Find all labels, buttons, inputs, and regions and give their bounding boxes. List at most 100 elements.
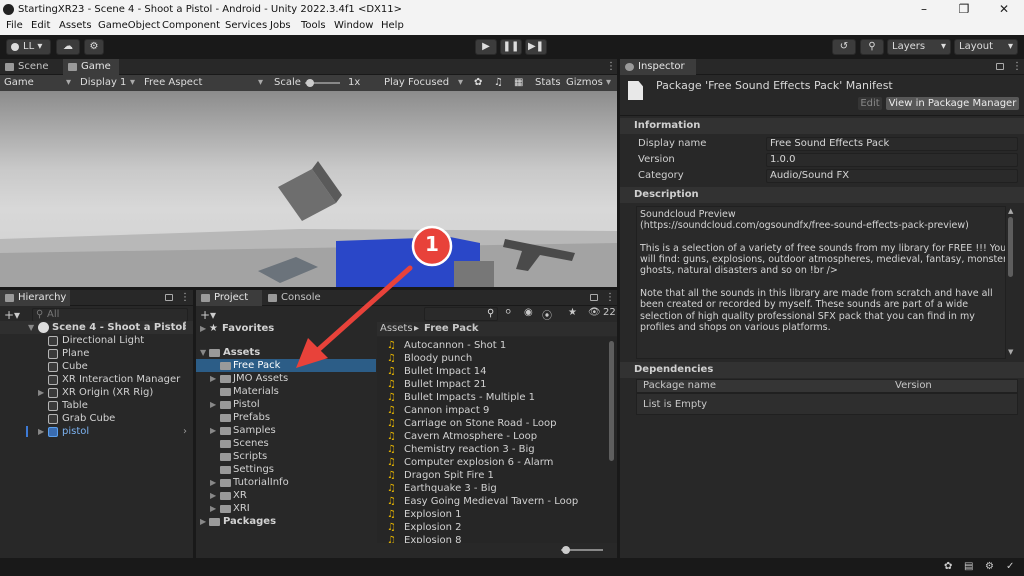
hidden-packages-icon[interactable]: 👁 <box>588 307 601 318</box>
menu-services[interactable]: Services <box>225 20 267 31</box>
menu-gameobject[interactable]: GameObject <box>98 20 160 31</box>
play-focus-dropdown[interactable]: Play Focused <box>384 77 449 88</box>
hierarchy-search-input[interactable]: ⚲ All <box>32 308 188 322</box>
maximize-icon[interactable]: ❐ <box>944 0 984 19</box>
game-mode-dropdown[interactable]: Game <box>4 77 34 88</box>
cloud-button[interactable]: ☁ <box>56 39 80 55</box>
display-name-field[interactable]: Free Sound Effects Pack <box>766 137 1018 151</box>
menu-file[interactable]: File <box>6 20 23 31</box>
folder-row[interactable]: Materials <box>196 385 376 398</box>
list-item[interactable]: ♫ Explosion 2 <box>377 521 605 534</box>
bug-icon[interactable]: ✿ <box>944 561 952 572</box>
hierarchy-item[interactable]: Grab Cube <box>0 412 193 425</box>
tab-game[interactable]: Game <box>63 59 119 75</box>
folder-row[interactable]: Settings <box>196 463 376 476</box>
description-textarea[interactable]: Soundcloud Preview (https://soundcloud.c… <box>636 206 1006 359</box>
add-object-button[interactable]: +▾ <box>4 308 20 322</box>
pause-button[interactable]: ❚❚ <box>500 39 522 55</box>
hierarchy-item[interactable]: XR Interaction Manager <box>0 373 193 386</box>
folder-row[interactable]: Scenes <box>196 437 376 450</box>
edit-button[interactable]: Edit <box>858 97 882 110</box>
search-by-label-icon[interactable]: ◉ <box>524 307 533 318</box>
project-menu-icon[interactable]: ⋮ <box>605 292 615 304</box>
packages-row[interactable]: ▶ Packages <box>196 515 376 528</box>
search-by-type-icon[interactable]: ⚪ <box>504 307 512 318</box>
list-item[interactable]: ♫ Carriage on Stone Road - Loop <box>377 417 605 430</box>
keyboard-icon[interactable]: ▦ <box>514 77 523 88</box>
hierarchy-item[interactable]: Directional Light <box>0 334 193 347</box>
list-item[interactable]: ♫ Dragon Spit Fire 1 <box>377 469 605 482</box>
tab-project[interactable]: Project <box>196 290 262 306</box>
scene-menu-icon[interactable]: ⋮ <box>606 61 616 73</box>
game-viewport[interactable] <box>0 91 617 287</box>
menu-help[interactable]: Help <box>381 20 404 31</box>
folder-row[interactable]: ▶ Samples <box>196 424 376 437</box>
tab-scene[interactable]: Scene <box>0 59 62 75</box>
assets-root-row[interactable]: ▼ Assets <box>196 346 376 359</box>
hierarchy-item[interactable]: ▶ XR Origin (XR Rig) <box>0 386 193 399</box>
check-icon[interactable]: ✓ <box>1006 561 1014 572</box>
step-button[interactable]: ▶❚ <box>525 39 547 55</box>
lock-icon[interactable] <box>996 63 1004 70</box>
gizmos-button[interactable]: Gizmos <box>566 77 603 88</box>
scene-row-menu-icon[interactable]: ⋮ <box>180 321 190 333</box>
lock-icon[interactable] <box>165 294 173 301</box>
category-field[interactable]: Audio/Sound FX <box>766 169 1018 183</box>
chevron-right-icon[interactable]: › <box>183 425 187 438</box>
menu-window[interactable]: Window <box>334 20 373 31</box>
project-search-input[interactable]: ⚲ <box>424 307 498 321</box>
list-item[interactable]: ♫ Earthquake 3 - Big <box>377 482 605 495</box>
scroll-down-icon[interactable]: ▼ <box>1008 348 1013 356</box>
scroll-up-icon[interactable]: ▲ <box>1008 207 1013 215</box>
progress-icon[interactable]: ⚙ <box>985 561 994 572</box>
file-list-scrollbar[interactable] <box>609 341 614 461</box>
minimize-icon[interactable]: – <box>904 0 944 19</box>
breadcrumb-free-pack[interactable]: Free Pack <box>424 323 479 334</box>
list-item[interactable]: ♫ Bullet Impact 21 <box>377 378 605 391</box>
create-asset-button[interactable]: +▾ <box>200 308 216 322</box>
view-in-package-manager-button[interactable]: View in Package Manager <box>886 97 1019 110</box>
filter-icon[interactable]: ⦿ <box>542 307 552 322</box>
menu-tools[interactable]: Tools <box>301 20 326 31</box>
mute-audio-icon[interactable]: ♫ <box>494 77 503 88</box>
folder-row[interactable]: Scripts <box>196 450 376 463</box>
folder-free-pack[interactable]: Free Pack <box>196 359 376 372</box>
folder-row[interactable]: Prefabs <box>196 411 376 424</box>
tab-console[interactable]: Console <box>263 290 325 306</box>
layers-dropdown[interactable]: Layers ▾ <box>887 39 951 55</box>
undo-history-button[interactable]: ↺ <box>832 39 856 55</box>
lock-icon[interactable] <box>590 294 598 301</box>
hierarchy-item[interactable]: ▶ pistol › <box>0 425 193 438</box>
breadcrumb-assets[interactable]: Assets <box>380 323 413 334</box>
hierarchy-item[interactable]: Plane <box>0 347 193 360</box>
search-button[interactable]: ⚲ <box>860 39 884 55</box>
menu-edit[interactable]: Edit <box>31 20 50 31</box>
scale-slider-handle[interactable] <box>306 79 314 87</box>
aspect-dropdown[interactable]: Free Aspect <box>144 77 202 88</box>
list-item[interactable]: ♫ Autocannon - Shot 1 <box>377 339 605 352</box>
hierarchy-item[interactable]: Table <box>0 399 193 412</box>
menu-component[interactable]: Component <box>162 20 220 31</box>
list-item[interactable]: ♫ Cavern Atmosphere - Loop <box>377 430 605 443</box>
display-dropdown[interactable]: Display 1 <box>80 77 126 88</box>
hierarchy-item[interactable]: Cube <box>0 360 193 373</box>
folder-row[interactable]: ▶ JMO Assets <box>196 372 376 385</box>
folder-row[interactable]: ▶ XRI <box>196 502 376 515</box>
list-item[interactable]: ♫ Explosion 1 <box>377 508 605 521</box>
close-icon[interactable]: ✕ <box>984 0 1024 19</box>
version-field[interactable]: 1.0.0 <box>766 153 1018 167</box>
icon-size-slider-handle[interactable] <box>562 546 570 554</box>
play-button[interactable]: ▶ <box>475 39 497 55</box>
list-item[interactable]: ♫ Cannon impact 9 <box>377 404 605 417</box>
menu-jobs[interactable]: Jobs <box>270 20 291 31</box>
menu-assets[interactable]: Assets <box>59 20 92 31</box>
list-item[interactable]: ♫ Bullet Impacts - Multiple 1 <box>377 391 605 404</box>
description-scrollbar[interactable] <box>1008 217 1013 277</box>
hierarchy-menu-icon[interactable]: ⋮ <box>180 292 190 304</box>
collab-button[interactable]: ⚙ <box>84 39 104 55</box>
folder-row[interactable]: ▶ TutorialInfo <box>196 476 376 489</box>
tab-hierarchy[interactable]: Hierarchy <box>0 290 70 306</box>
list-item[interactable]: ♫ Easy Going Medieval Tavern - Loop <box>377 495 605 508</box>
cache-server-icon[interactable]: ▤ <box>964 561 973 572</box>
stats-button[interactable]: Stats <box>535 77 561 88</box>
